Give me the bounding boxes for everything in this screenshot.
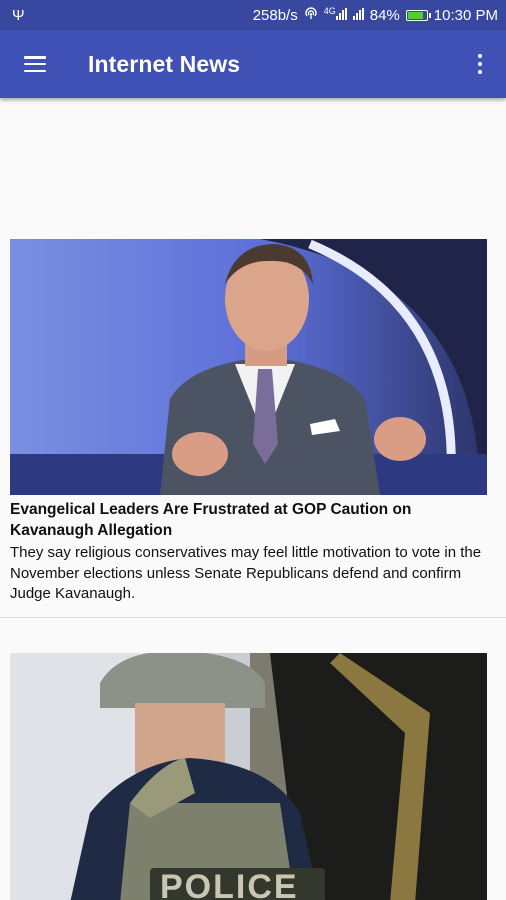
article-card[interactable]: POLICE — [0, 653, 506, 900]
lte-signal-icon: 4G — [324, 6, 347, 24]
menu-button[interactable] — [0, 30, 70, 98]
police-patch-text: POLICE — [160, 868, 299, 900]
status-indicators: 258b/s 4G 84% 10:30 PM — [253, 6, 498, 24]
menu-icon — [24, 56, 46, 72]
article-summary: They say religious conservatives may fee… — [10, 544, 482, 602]
signal-icon — [352, 7, 364, 24]
battery-fill — [407, 11, 423, 19]
app-title: Internet News — [88, 50, 241, 77]
article-headline[interactable]: Evangelical Leaders Are Frustrated at GO… — [0, 495, 506, 541]
net-speed: 258b/s — [252, 6, 298, 24]
overflow-menu-icon — [478, 54, 482, 58]
status-bar: Ψ 258b/s 4G 84% 10:30 PM — [0, 0, 506, 30]
article-card[interactable]: Evangelical Leaders Are Frustrated at GO… — [0, 239, 506, 605]
battery-percent: 84% — [369, 6, 400, 24]
clock: 10:30 PM — [433, 6, 498, 24]
app-bar: Internet News — [0, 30, 506, 98]
card-divider — [0, 617, 506, 618]
article-image[interactable]: POLICE — [10, 653, 487, 900]
hotspot-icon — [304, 6, 318, 24]
article-image[interactable] — [10, 239, 487, 495]
battery-icon — [405, 9, 431, 21]
usb-icon: Ψ — [12, 6, 25, 24]
overflow-menu-button[interactable] — [454, 30, 506, 98]
news-feed[interactable]: Evangelical Leaders Are Frustrated at GO… — [0, 98, 506, 900]
